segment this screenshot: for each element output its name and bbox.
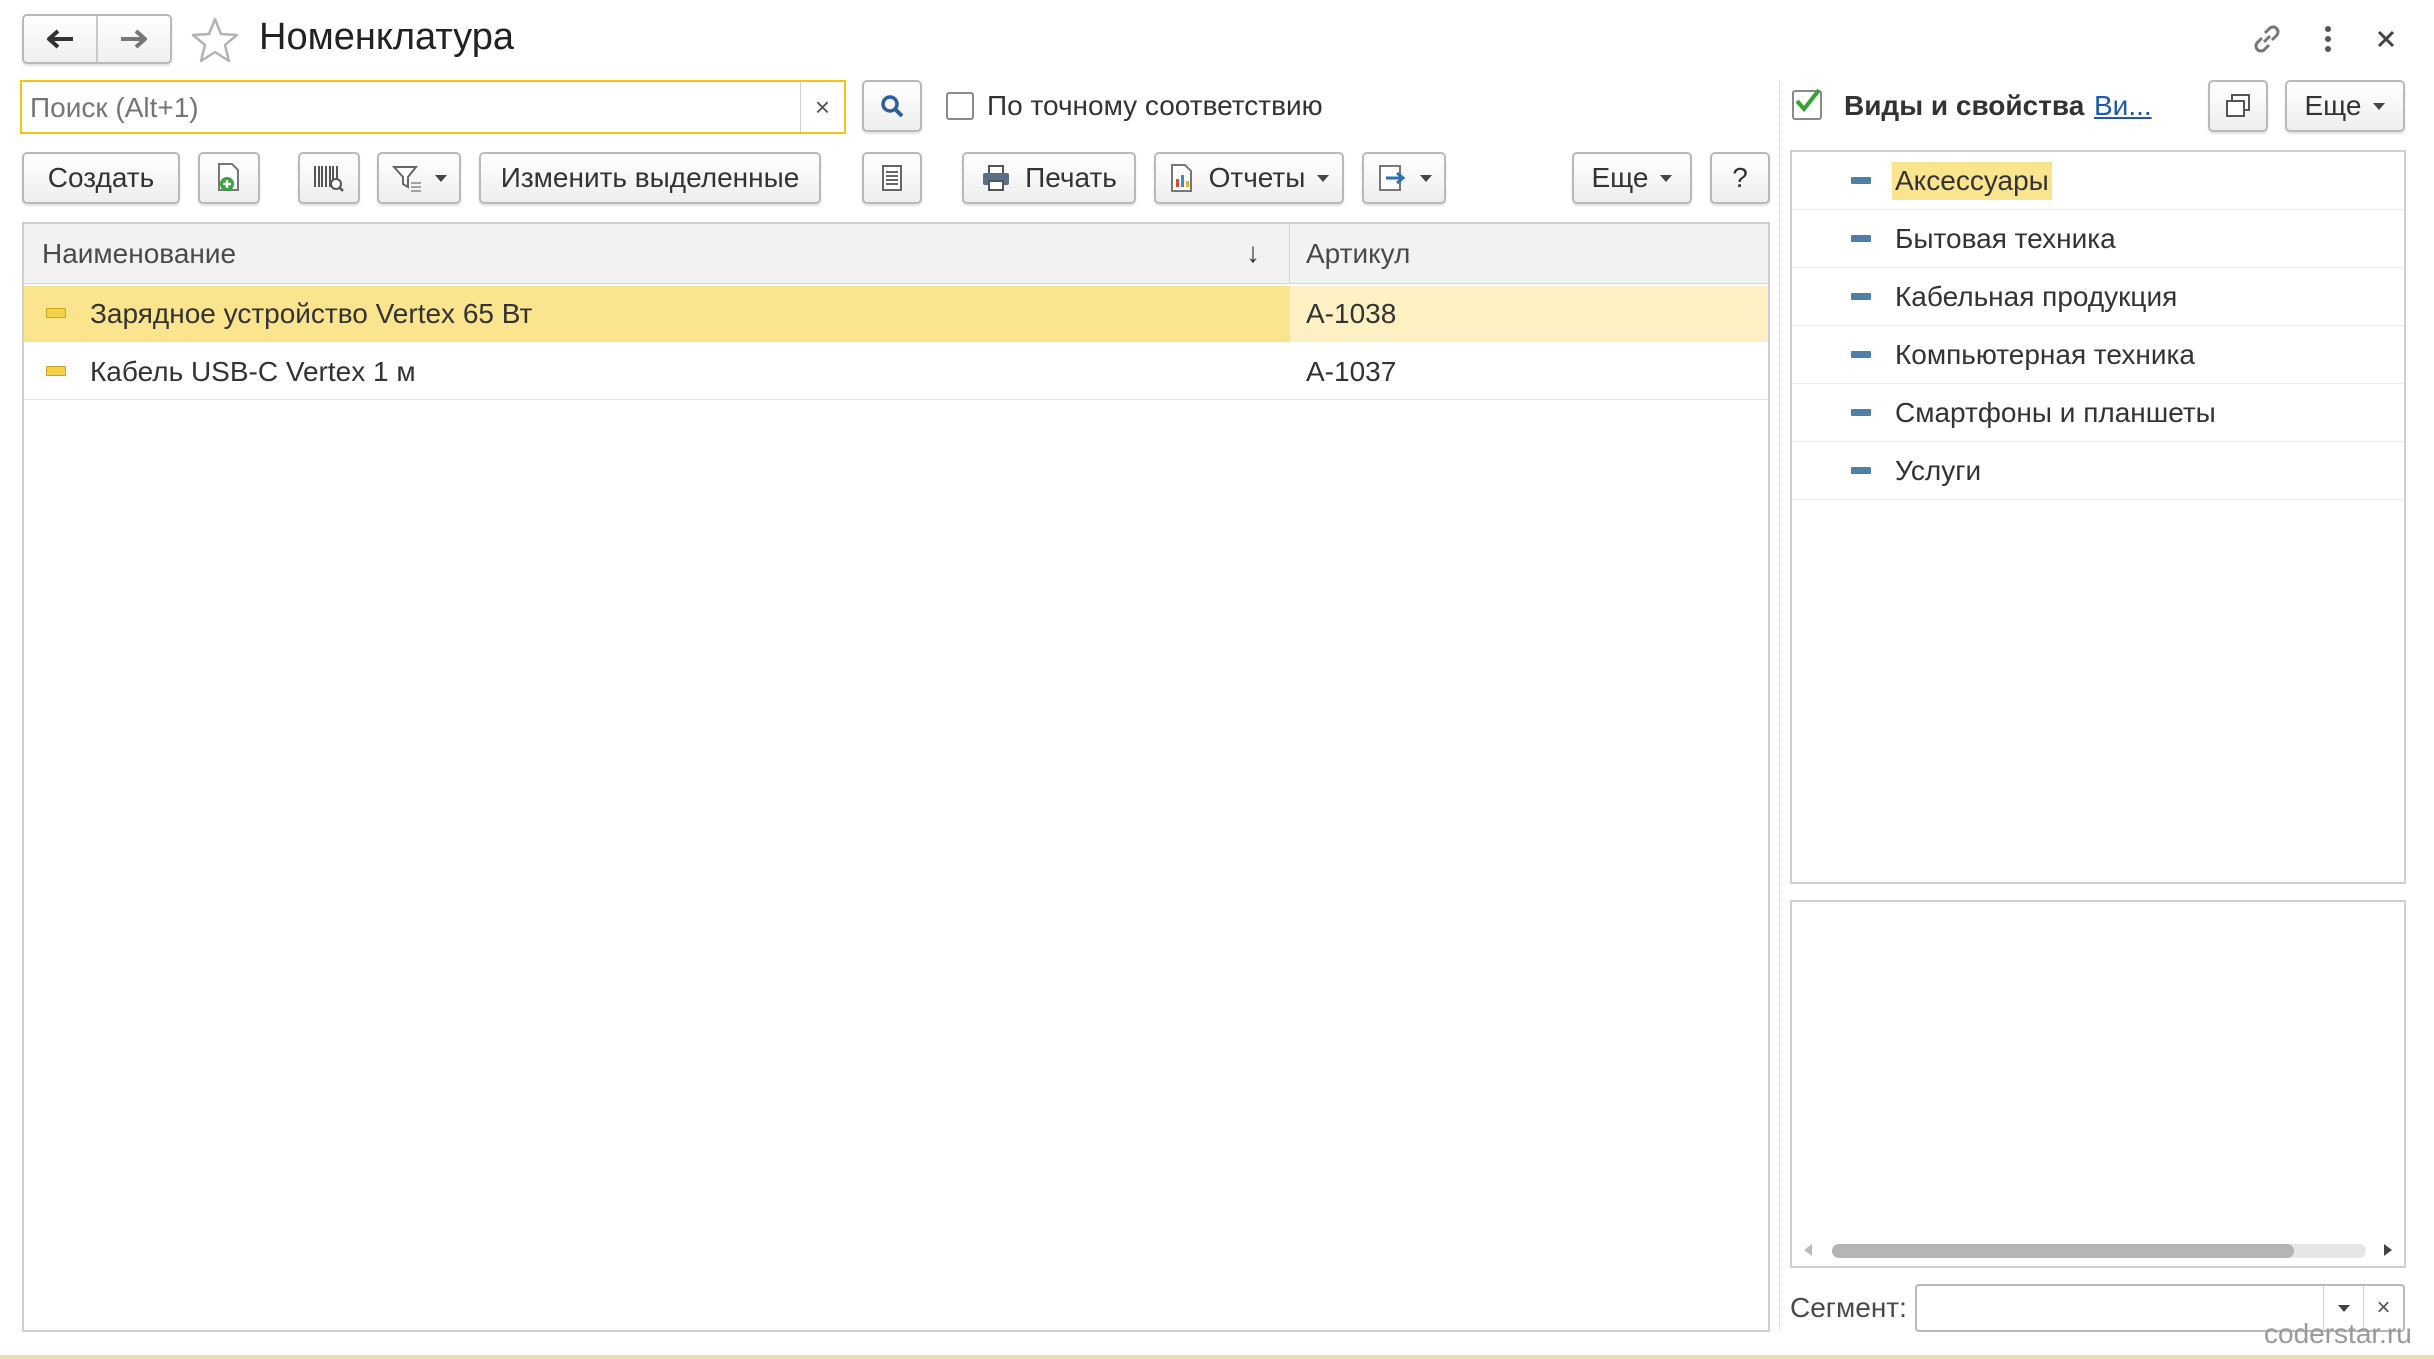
list-icon: [882, 165, 902, 191]
scroll-left-icon[interactable]: [1804, 1244, 1812, 1256]
bottom-border-line: [0, 1355, 2434, 1359]
star-icon[interactable]: [190, 16, 240, 64]
sort-down-icon: ↓: [1246, 237, 1260, 268]
group-dash-icon: [1851, 467, 1871, 474]
tree-item[interactable]: Кабельная продукция: [1792, 268, 2404, 326]
side-panel-checkbox[interactable]: [1792, 88, 1822, 120]
watermark: coderstar.ru: [2264, 1318, 2412, 1349]
properties-panel: [1790, 900, 2406, 1268]
panel-splitter[interactable]: [1779, 80, 1783, 1330]
side-panel-link[interactable]: Ви...: [2094, 90, 2152, 122]
filter-dropdown-button[interactable]: [377, 152, 461, 204]
scroll-right-icon[interactable]: [2384, 1244, 2392, 1256]
help-button[interactable]: ?: [1710, 152, 1770, 204]
item-icon: [46, 308, 66, 318]
group-dash-icon: [1851, 293, 1871, 300]
exact-match-label[interactable]: По точному соответствию: [987, 90, 1323, 122]
chevron-down-icon: [435, 174, 447, 182]
print-label: Печать: [1025, 162, 1117, 193]
print-button[interactable]: Печать: [962, 152, 1136, 204]
more-button[interactable]: Еще: [1572, 152, 1692, 204]
export-icon: [1379, 165, 1406, 191]
row-name: Кабель USB-C Vertex 1 м: [90, 356, 416, 387]
report-icon: [1170, 164, 1192, 192]
group-dash-icon: [1851, 177, 1871, 184]
copy-window-button[interactable]: [2208, 80, 2268, 132]
row-name: Зарядное устройство Vertex 65 Вт: [90, 298, 533, 329]
column-header-sku-label: Артикул: [1306, 238, 1411, 269]
tree-item[interactable]: Бытовая техника: [1792, 210, 2404, 268]
vertical-dots-icon[interactable]: [2320, 24, 2336, 54]
scrollbar-track: [1832, 1244, 2366, 1258]
tree-item-label: Смартфоны и планшеты: [1895, 397, 2216, 428]
segment-label: Сегмент:: [1790, 1292, 1907, 1323]
chevron-down-icon: [2337, 1304, 2350, 1312]
nav-buttons-group: [22, 14, 172, 64]
side-panel-title: Виды и свойства: [1844, 90, 2085, 121]
row-sku-cell: А-1038: [1290, 286, 1768, 342]
create-button-label: Создать: [47, 162, 155, 193]
items-table: Наименование ↓ Артикул Зарядное устройст…: [22, 222, 1770, 1332]
tree-item-label: Кабельная продукция: [1895, 281, 2178, 312]
reports-button[interactable]: Отчеты: [1154, 152, 1344, 204]
search-clear-button[interactable]: ×: [800, 82, 844, 132]
create-button[interactable]: Создать: [22, 152, 180, 204]
item-icon: [46, 366, 66, 376]
chevron-down-icon: [2373, 102, 2386, 110]
row-sku: А-1038: [1306, 298, 1397, 329]
row-sku: А-1037: [1306, 356, 1397, 387]
more-label: Еще: [1591, 162, 1649, 193]
back-button[interactable]: [24, 16, 98, 62]
barcode-search-button[interactable]: [298, 152, 360, 204]
column-header-name[interactable]: Наименование ↓: [24, 224, 1290, 284]
exact-match-checkbox[interactable]: [946, 92, 974, 120]
search-input[interactable]: [28, 86, 812, 130]
side-more-button[interactable]: Еще: [2285, 80, 2405, 132]
document-add-icon: [218, 163, 239, 191]
printer-icon: [983, 165, 1010, 191]
arrow-right-icon: [121, 29, 147, 49]
tree-item[interactable]: Аксессуары: [1792, 152, 2404, 210]
chevron-down-icon: [1420, 174, 1432, 182]
arrow-left-icon: [47, 29, 73, 49]
group-dash-icon: [1851, 409, 1871, 416]
group-dash-icon: [1851, 351, 1871, 358]
page-title: Номенклатура: [259, 16, 515, 58]
copy-item-button[interactable]: [198, 152, 260, 204]
change-selected-label: Изменить выделенные: [500, 162, 800, 193]
search-button[interactable]: [862, 80, 922, 132]
change-selected-button[interactable]: Изменить выделенные: [479, 152, 821, 204]
tree-item[interactable]: Услуги: [1792, 442, 2404, 500]
search-field[interactable]: ×: [20, 80, 846, 134]
barcode-icon: [314, 166, 344, 192]
search-icon: [881, 95, 904, 118]
group-dash-icon: [1851, 235, 1871, 242]
export-dropdown-button[interactable]: [1362, 152, 1446, 204]
table-row[interactable]: Кабель USB-C Vertex 1 м А-1037: [24, 342, 1768, 400]
scrollbar-thumb[interactable]: [1832, 1244, 2294, 1258]
list-view-button[interactable]: [862, 152, 922, 204]
horizontal-scrollbar[interactable]: [1804, 1242, 2394, 1262]
column-header-name-label: Наименование: [42, 238, 237, 269]
close-icon[interactable]: [2375, 28, 2397, 50]
tree-item-label: Бытовая техника: [1895, 223, 2116, 254]
chevron-down-icon: [1660, 174, 1673, 182]
column-header-sku[interactable]: Артикул: [1290, 224, 1768, 284]
forward-button[interactable]: [98, 16, 170, 62]
windows-icon: [2226, 94, 2250, 117]
tree-item-label: Компьютерная техника: [1895, 339, 2195, 370]
checkmark-icon: [1795, 88, 1821, 113]
chevron-down-icon: [1317, 174, 1330, 182]
help-label: ?: [1732, 162, 1748, 193]
filter-icon: [391, 166, 421, 192]
tree-item-label: Услуги: [1895, 455, 1982, 486]
link-icon[interactable]: [2250, 22, 2284, 56]
table-header: Наименование ↓ Артикул: [24, 224, 1768, 284]
side-more-label: Еще: [2304, 90, 2362, 121]
tree-item[interactable]: Смартфоны и планшеты: [1792, 384, 2404, 442]
tree-item[interactable]: Компьютерная техника: [1792, 326, 2404, 384]
table-row[interactable]: Зарядное устройство Vertex 65 Вт А-1038: [24, 286, 1768, 342]
tree-item-label: Аксессуары: [1892, 162, 2052, 200]
reports-label: Отчеты: [1208, 162, 1306, 193]
